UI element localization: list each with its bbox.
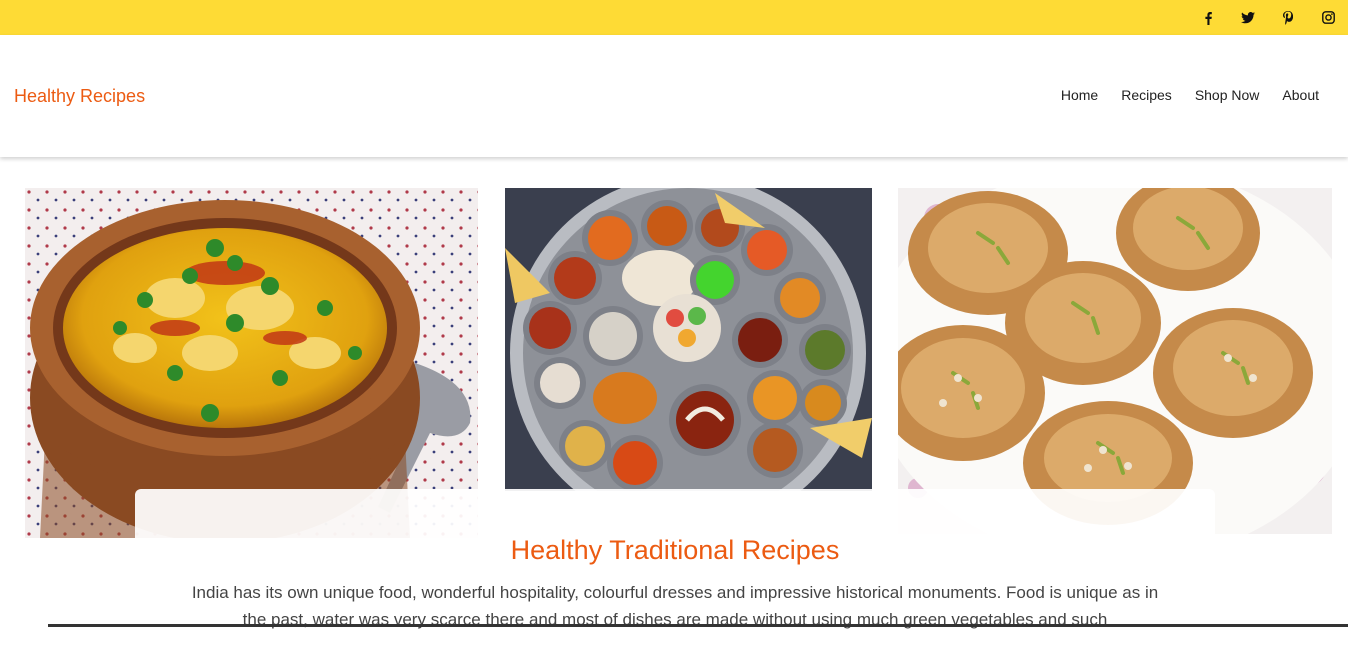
hero-title: Healthy Traditional Recipes — [510, 535, 840, 565]
top-bar — [0, 0, 1348, 35]
sweets-plate-image — [898, 188, 1332, 534]
nav-shop-now[interactable]: Shop Now — [1195, 87, 1260, 103]
nav-about[interactable]: About — [1282, 87, 1319, 103]
pinterest-icon[interactable] — [1268, 0, 1308, 35]
curry-bowl-image — [25, 188, 478, 538]
site-header: Healthy Recipes Home Recipes Shop Now Ab… — [0, 35, 1348, 157]
twitter-icon[interactable] — [1228, 0, 1268, 35]
social-links — [1188, 0, 1348, 35]
brand-logo-link[interactable]: Healthy Recipes — [14, 86, 145, 107]
thali-plate-image — [505, 188, 872, 491]
nav-home[interactable]: Home — [1061, 87, 1098, 103]
nav-recipes[interactable]: Recipes — [1121, 87, 1172, 103]
instagram-icon[interactable] — [1308, 0, 1348, 35]
main-nav: Home Recipes Shop Now About — [1061, 87, 1319, 103]
facebook-icon[interactable] — [1188, 0, 1228, 35]
